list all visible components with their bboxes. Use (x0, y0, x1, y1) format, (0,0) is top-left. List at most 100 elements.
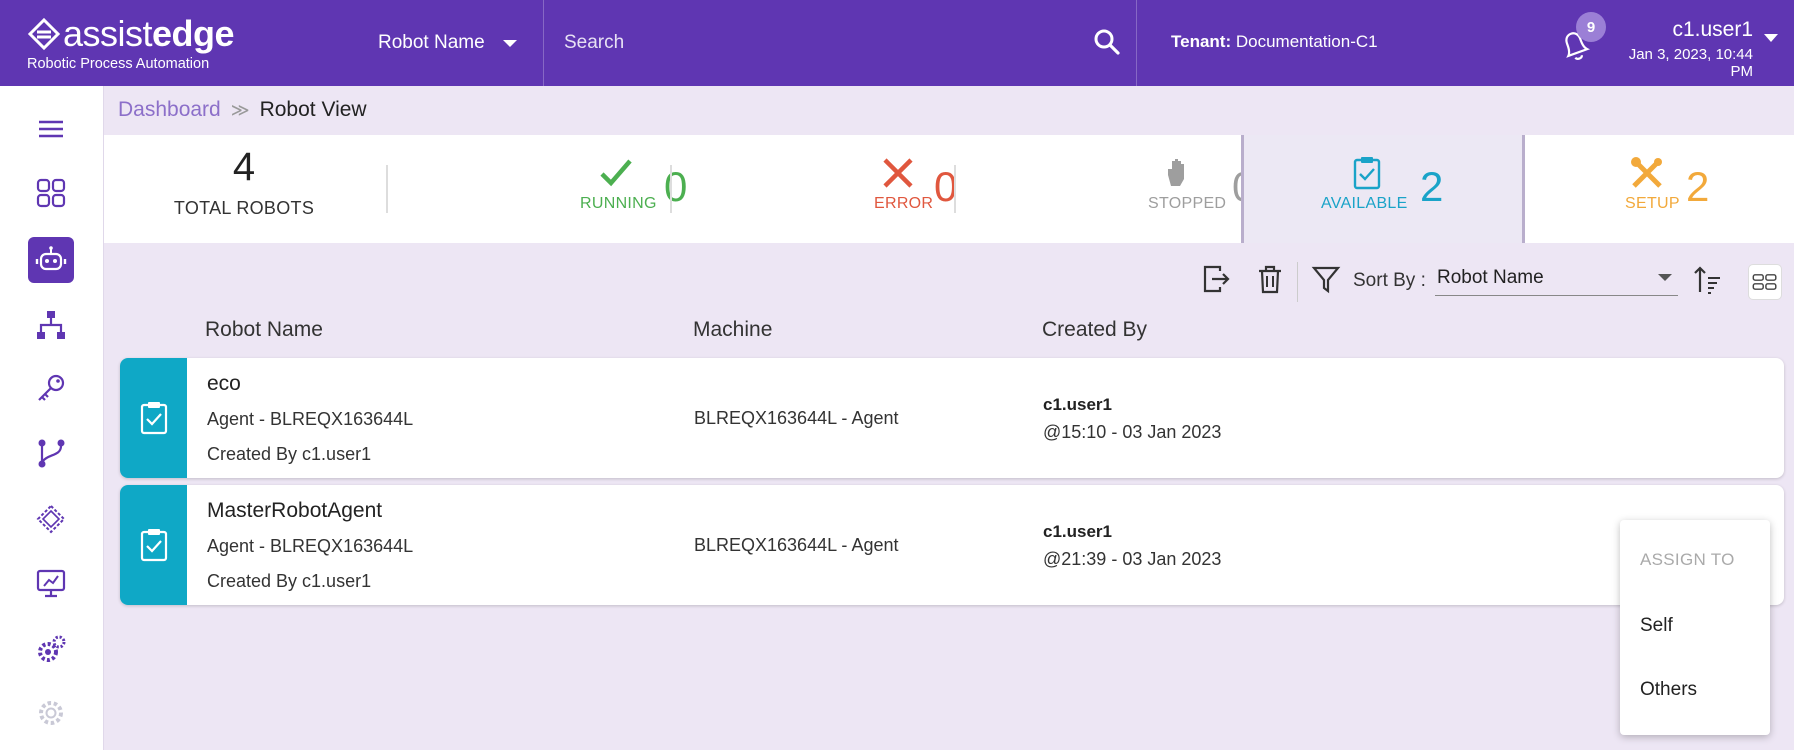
sidebar-item-configuration[interactable] (28, 690, 74, 736)
stopped-label: STOPPED (1148, 195, 1227, 212)
view-toggle-button[interactable] (1748, 264, 1782, 300)
hamburger-menu-icon (39, 120, 63, 138)
column-header-machine[interactable]: Machine (693, 318, 772, 342)
notification-count-badge[interactable]: 9 (1576, 12, 1606, 42)
divider (1136, 0, 1137, 86)
created-timestamp: @21:39 - 03 Jan 2023 (1043, 549, 1222, 569)
export-icon[interactable] (1200, 263, 1232, 295)
created-by-user: c1.user1 (1043, 395, 1112, 414)
app-logo[interactable]: assist edge Robotic Process Automation (27, 12, 235, 72)
logo-wordmark: assist edge (27, 12, 235, 56)
robot-agent: Agent - BLREQX163644L (207, 536, 414, 556)
hierarchy-icon (37, 311, 65, 339)
stat-setup[interactable]: SETUP 2 (1527, 135, 1794, 243)
breadcrumb-current: Robot View (259, 98, 367, 121)
error-label: ERROR (874, 195, 934, 212)
top-bar: assist edge Robotic Process Automation Ro… (0, 0, 1794, 86)
search-icon[interactable] (1093, 28, 1121, 56)
logo-text-assist: assist (63, 13, 153, 54)
assign-to-menu: ASSIGN TO Self Others (1620, 520, 1770, 735)
column-header-robot-name[interactable]: Robot Name (205, 318, 323, 342)
dashboard-grid-icon (36, 178, 66, 208)
workflow-branch-icon (38, 439, 65, 468)
logo-subtitle: Robotic Process Automation (27, 56, 210, 72)
robot-created-by: Created By c1.user1 (207, 571, 372, 591)
robot-status-summary: 4 TOTAL ROBOTS RUNNING 0 ERROR 0 STOPPED… (104, 135, 1794, 243)
total-robots-label: TOTAL ROBOTS (173, 198, 315, 218)
logo-text-edge: edge (152, 13, 235, 54)
sidebar-item-chip[interactable] (28, 496, 74, 542)
created-timestamp: @15:10 - 03 Jan 2023 (1043, 422, 1222, 442)
breadcrumb-dashboard-link[interactable]: Dashboard (118, 98, 221, 122)
running-label: RUNNING (580, 195, 657, 212)
stat-running[interactable]: RUNNING 0 (388, 135, 687, 243)
clipboard-check-icon (140, 402, 167, 435)
filter-funnel-icon[interactable] (1310, 263, 1342, 295)
stat-total-robots[interactable]: 4 TOTAL ROBOTS (104, 135, 384, 243)
setup-count: 2 (1686, 163, 1710, 210)
settings-gear-light-icon (39, 701, 63, 725)
user-name: c1.user1 (1672, 18, 1753, 41)
breadcrumb: Dashboard ≫ Robot View (118, 98, 367, 122)
sidebar-item-credentials[interactable] (28, 366, 74, 412)
sort-order-icon[interactable] (1692, 264, 1724, 296)
monitor-chart-icon (36, 569, 66, 598)
chevron-down-icon[interactable] (1764, 34, 1778, 42)
sidebar-item-settings[interactable] (28, 626, 74, 672)
sort-by-label: Sort By : (1353, 270, 1426, 291)
available-count: 2 (1420, 163, 1444, 210)
sidebar-item-workflows[interactable] (28, 430, 74, 476)
settings-gears-icon (38, 635, 66, 662)
clipboard-check-icon (1353, 157, 1381, 190)
sidebar-item-hierarchy[interactable] (28, 302, 74, 348)
double-chevron-right-icon: ≫ (230, 99, 250, 120)
sidebar-item-dashboard[interactable] (28, 170, 74, 216)
assign-to-title: ASSIGN TO (1640, 550, 1735, 569)
assign-to-others-option[interactable]: Others (1620, 668, 1770, 712)
sidebar-item-robots[interactable] (28, 237, 74, 283)
chip-icon (36, 504, 66, 534)
logo-mark-icon (27, 17, 61, 51)
setup-tools-icon (1631, 157, 1662, 188)
card-view-icon (1752, 274, 1777, 290)
row-status-strip (120, 358, 187, 478)
tenant-info: Tenant: Documentation-C1 (1171, 32, 1378, 52)
robot-agent: Agent - BLREQX163644L (207, 409, 414, 429)
robot-name-dropdown[interactable]: Robot Name (378, 0, 543, 86)
column-header-created-by[interactable]: Created By (1042, 318, 1147, 342)
delete-trash-icon[interactable] (1254, 263, 1286, 295)
chevron-down-icon (502, 39, 517, 47)
robot-name[interactable]: eco (207, 372, 241, 396)
total-robots-count: 4 (232, 145, 256, 189)
sidebar-item-monitoring[interactable] (28, 560, 74, 606)
robot-created-by: Created By c1.user1 (207, 444, 372, 464)
search-input[interactable] (564, 26, 1064, 60)
divider (543, 0, 544, 86)
robot-machine: BLREQX163644L - Agent (694, 408, 899, 428)
robot-name[interactable]: MasterRobotAgent (207, 499, 382, 523)
stat-error[interactable]: ERROR 0 (672, 135, 957, 243)
stop-hand-icon (1168, 159, 1184, 186)
clipboard-check-icon (140, 529, 167, 562)
stat-available[interactable]: AVAILABLE 2 (1241, 135, 1525, 243)
user-login-date: Jan 3, 2023, 10:44 PM (1628, 46, 1753, 80)
robot-icon (35, 246, 67, 271)
robot-name-dropdown-label: Robot Name (378, 32, 485, 53)
row-status-strip (120, 485, 187, 605)
setup-label: SETUP (1625, 195, 1680, 212)
available-label: AVAILABLE (1321, 195, 1408, 212)
table-row[interactable]: eco Agent - BLREQX163644L Created By c1.… (120, 358, 1784, 478)
stat-stopped[interactable]: STOPPED 0 (956, 135, 1255, 243)
divider (1297, 262, 1298, 302)
tenant-label: Tenant: (1171, 32, 1232, 51)
robot-machine: BLREQX163644L - Agent (694, 535, 899, 555)
table-row[interactable]: MasterRobotAgent Agent - BLREQX163644L C… (120, 485, 1784, 605)
sidebar-item-menu[interactable] (28, 106, 74, 152)
sort-by-value: Robot Name (1437, 267, 1544, 288)
user-menu[interactable]: c1.user1 Jan 3, 2023, 10:44 PM (1608, 18, 1753, 80)
tenant-value: Documentation-C1 (1235, 32, 1378, 51)
sort-by-dropdown[interactable]: Robot Name (1435, 264, 1678, 296)
created-by-user: c1.user1 (1043, 522, 1112, 541)
assign-to-self-option[interactable]: Self (1620, 604, 1770, 648)
chevron-down-icon (1658, 274, 1672, 281)
